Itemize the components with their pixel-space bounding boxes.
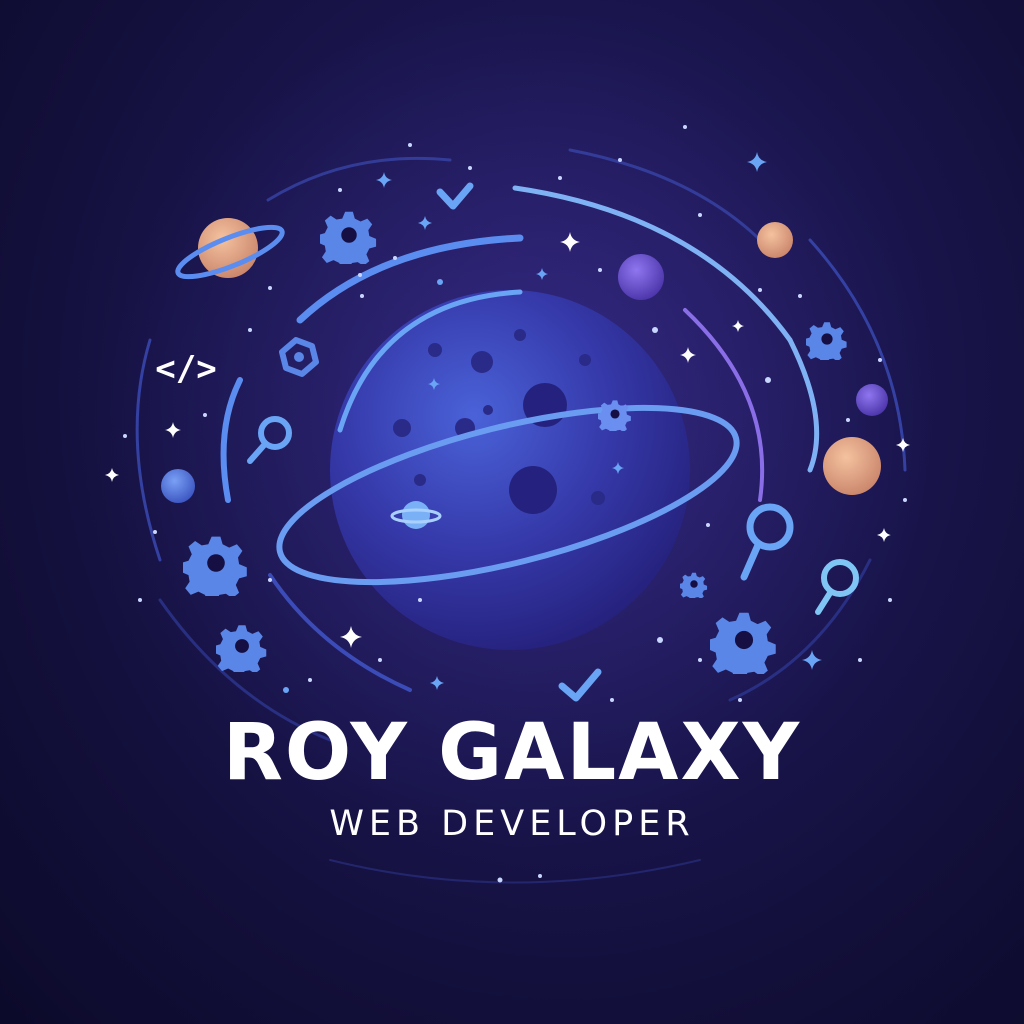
small-purple-planet [856,384,888,416]
gear-icon [216,625,267,672]
gear-icon [710,612,776,674]
small-peach-planet [757,222,793,258]
gear-icon [680,572,708,598]
purple-planet [618,254,664,300]
code-icon: </> [155,349,216,389]
peach-planet [823,437,881,495]
logo-tagline: WEB DEVELOPER [329,804,695,844]
blue-planet [161,469,195,503]
galaxy-logo: </> [92,10,932,884]
gear-icon [806,322,847,360]
logo-title: ROY GALAXY [222,708,802,798]
gear-icon [183,536,247,596]
gear-icon [320,211,377,264]
